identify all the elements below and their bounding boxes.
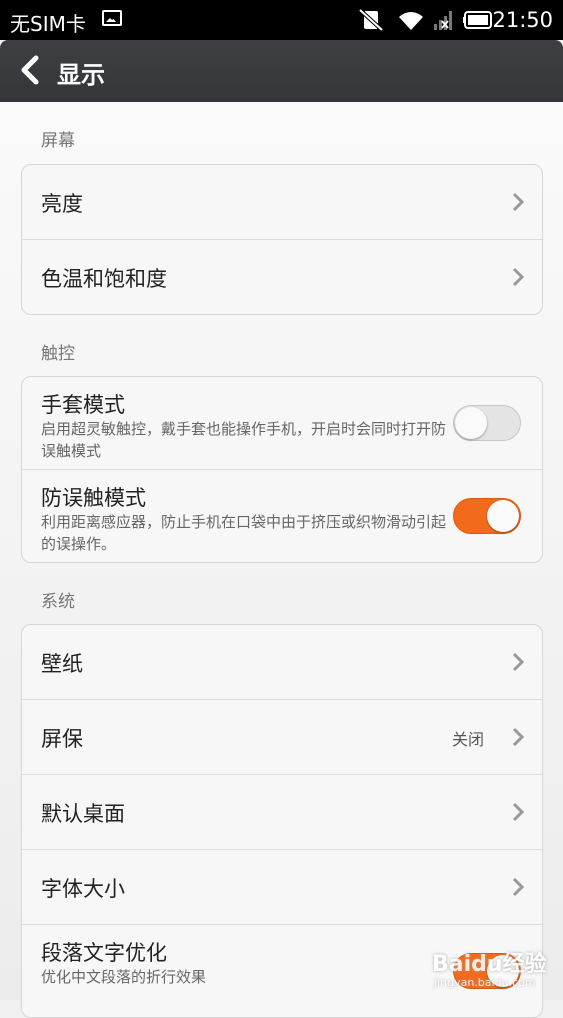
setting-brightness[interactable]: 亮度	[22, 165, 542, 240]
group-touch: 手套模式 启用超灵敏触控，戴手套也能操作手机，开启时会同时打开防误触模式 防误触…	[21, 376, 543, 563]
image-icon	[102, 10, 122, 26]
status-bar: 无SIM卡 21:50	[0, 0, 563, 40]
setting-label: 壁纸	[41, 652, 83, 676]
setting-description: 利用距离感应器，防止手机在口袋中由于挤压或织物滑动引起的误操作。	[41, 513, 447, 553]
setting-label: 亮度	[41, 192, 83, 216]
setting-glove-mode[interactable]: 手套模式 启用超灵敏触控，戴手套也能操作手机，开启时会同时打开防误触模式	[22, 377, 542, 470]
setting-description: 启用超灵敏触控，戴手套也能操作手机，开启时会同时打开防误触模式	[41, 420, 447, 460]
vibrate-silent-icon	[358, 8, 384, 32]
setting-color-temperature[interactable]: 色温和饱和度	[22, 240, 542, 314]
setting-description: 优化中文段落的折行效果	[41, 968, 207, 986]
settings-list: 屏幕 亮度 色温和饱和度 触控 手套模式 启用超灵敏触控，戴手套也能操作手机，开…	[0, 102, 563, 1018]
setting-label: 色温和饱和度	[41, 267, 167, 291]
setting-screensaver[interactable]: 屏保 关闭	[22, 700, 542, 775]
clock: 21:50	[492, 8, 553, 32]
chevron-right-icon	[512, 877, 524, 897]
setting-font-size[interactable]: 字体大小	[22, 850, 542, 925]
setting-label: 字体大小	[41, 877, 125, 901]
chevron-left-icon[interactable]	[16, 54, 46, 86]
baidu-watermark: Baidu经验 jingyan.baidu.com	[432, 940, 557, 995]
signal-no-service-icon	[434, 11, 452, 30]
watermark-text: Baidu经验	[432, 952, 547, 977]
setting-label: 段落文字优化	[41, 941, 167, 965]
setting-default-launcher[interactable]: 默认桌面	[22, 775, 542, 850]
chevron-right-icon	[512, 727, 524, 747]
setting-wallpaper[interactable]: 壁纸	[22, 625, 542, 700]
page-title: 显示	[57, 61, 105, 89]
toggle-knob	[455, 407, 487, 439]
glove-mode-toggle[interactable]	[453, 405, 521, 441]
chevron-right-icon	[512, 267, 524, 287]
chevron-right-icon	[512, 652, 524, 672]
setting-label: 屏保	[41, 727, 83, 751]
anti-mistouch-toggle[interactable]	[453, 498, 521, 534]
title-bar: 显示	[0, 40, 563, 102]
section-title-screen: 屏幕	[41, 131, 75, 151]
battery-icon	[463, 11, 492, 29]
setting-label: 防误触模式	[41, 486, 146, 510]
setting-value: 关闭	[451, 730, 484, 749]
section-title-system: 系统	[41, 592, 75, 612]
chevron-right-icon	[512, 802, 524, 822]
chevron-right-icon	[512, 192, 524, 212]
carrier-label: 无SIM卡	[10, 12, 86, 36]
section-title-touch: 触控	[41, 344, 75, 364]
wifi-icon	[399, 12, 423, 30]
setting-label: 默认桌面	[41, 802, 125, 826]
group-screen: 亮度 色温和饱和度	[21, 164, 543, 315]
setting-label: 手套模式	[41, 393, 125, 417]
watermark-url: jingyan.baidu.com	[434, 976, 536, 989]
toggle-knob	[487, 500, 519, 532]
setting-anti-mistouch[interactable]: 防误触模式 利用距离感应器，防止手机在口袋中由于挤压或织物滑动引起的误操作。	[22, 470, 542, 562]
